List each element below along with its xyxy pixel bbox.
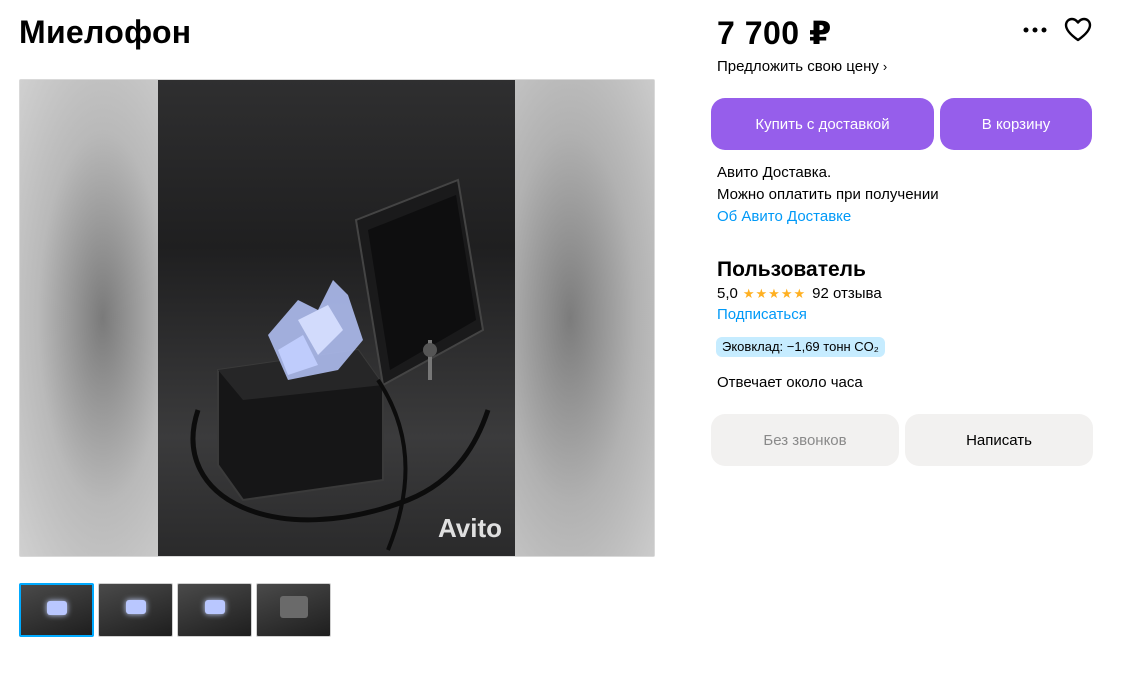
- star-icon: ★: [793, 285, 806, 301]
- photo-blur-left: [20, 80, 158, 556]
- offer-price-link[interactable]: Предложить свою цену ›: [717, 58, 887, 75]
- photo-image: [158, 80, 515, 556]
- star-icon: ★: [755, 285, 768, 301]
- thumbnail-2[interactable]: [98, 583, 173, 637]
- chevron-right-icon: ›: [882, 59, 888, 74]
- star-icon: ★: [780, 285, 793, 301]
- response-time: Отвечает около часа: [717, 374, 863, 391]
- subscribe-link[interactable]: Подписаться: [717, 306, 807, 323]
- seller-rating[interactable]: 5,0 ★ ★ ★ ★ ★ 92 отзыва: [717, 285, 882, 302]
- listing-title: Миелофон: [19, 14, 192, 50]
- offer-price-label: Предложить свою цену: [717, 58, 879, 75]
- photo-illustration: [190, 178, 491, 551]
- rating-stars: ★ ★ ★ ★ ★: [743, 286, 806, 302]
- thumbnail-4[interactable]: [256, 583, 331, 637]
- thumbnail-strip: [19, 583, 331, 637]
- rating-value: 5,0: [717, 285, 738, 302]
- delivery-line-2: Можно оплатить при получении: [717, 186, 939, 203]
- star-icon: ★: [742, 285, 755, 301]
- more-dots-icon[interactable]: [1022, 18, 1048, 40]
- thumbnail-1[interactable]: [19, 583, 94, 637]
- write-message-button[interactable]: Написать: [905, 414, 1093, 466]
- avito-watermark: Avito: [437, 513, 502, 543]
- main-photo[interactable]: Avito: [19, 79, 655, 557]
- photo-blur-right: [514, 80, 654, 556]
- eco-badge[interactable]: Эковклад: −1,69 тонн CO₂: [716, 337, 885, 357]
- star-icon: ★: [768, 285, 780, 301]
- heart-icon[interactable]: [1064, 16, 1092, 44]
- seller-name[interactable]: Пользователь: [717, 258, 866, 282]
- no-calls-button[interactable]: Без звонков: [711, 414, 899, 466]
- buy-with-delivery-button[interactable]: Купить с доставкой: [711, 98, 934, 150]
- delivery-line-1: Авито Доставка.: [717, 164, 832, 181]
- about-delivery-link[interactable]: Об Авито Доставке: [717, 206, 939, 228]
- add-to-cart-button[interactable]: В корзину: [940, 98, 1092, 150]
- delivery-info: Авито Доставка. Можно оплатить при получ…: [717, 162, 939, 228]
- price: 7 700 ₽: [717, 15, 832, 51]
- reviews-count[interactable]: 92 отзыва: [812, 285, 882, 302]
- thumbnail-3[interactable]: [177, 583, 252, 637]
